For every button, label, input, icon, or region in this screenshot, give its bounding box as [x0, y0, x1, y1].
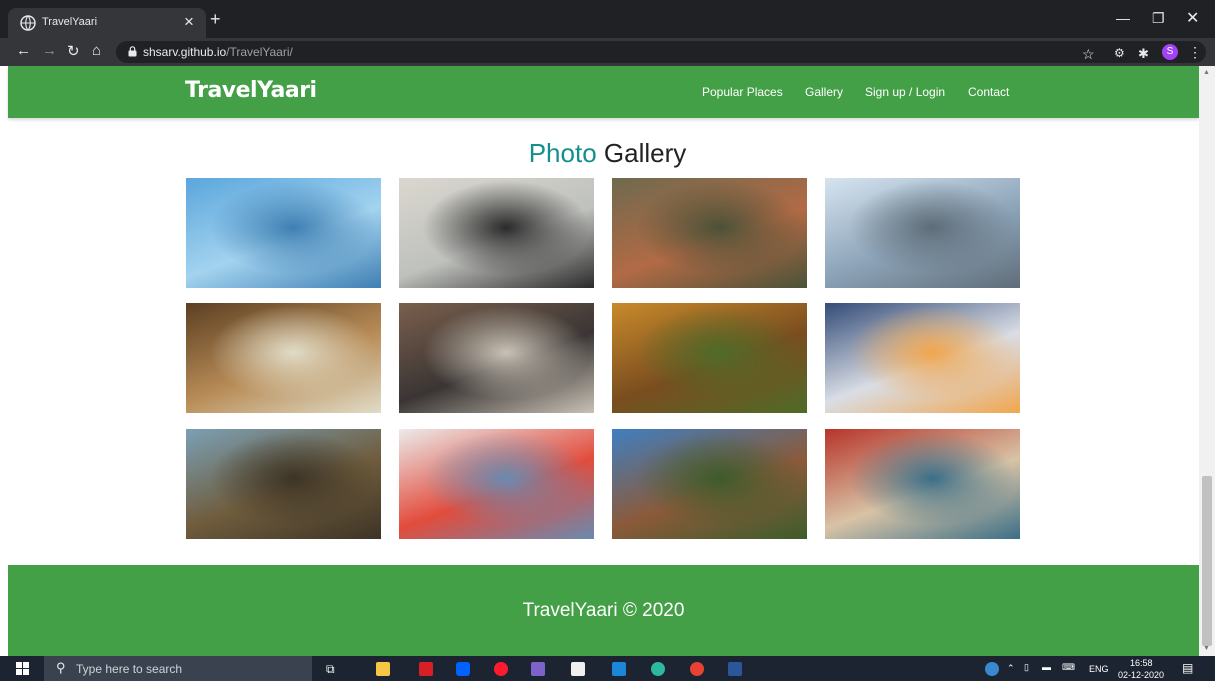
site-navbar: TravelYaari Popular Places Gallery Sign … — [8, 66, 1199, 118]
person-in-red-top-and-denim-shorts-photo[interactable] — [399, 429, 594, 539]
page-viewport: TravelYaari Popular Places Gallery Sign … — [0, 66, 1215, 656]
task-view-icon[interactable]: ⧉ — [326, 662, 335, 677]
map-compass-camera-photo[interactable] — [399, 178, 594, 288]
site-brand-logo[interactable]: TravelYaari — [185, 78, 317, 103]
windows-taskbar: ⚲ Type here to search ⧉ ⌃ ▯ ▬ ⌨ ENG 16:5… — [0, 656, 1215, 681]
chrome-icon[interactable] — [690, 662, 704, 676]
windows-start-icon[interactable] — [16, 662, 29, 675]
gallery-heading-accent: Photo — [528, 138, 597, 168]
reload-icon[interactable]: ↻ — [67, 42, 80, 60]
new-tab-icon[interactable]: + — [210, 9, 221, 30]
globe-icon — [20, 15, 36, 31]
dropbox-icon[interactable] — [456, 662, 470, 676]
clock-date[interactable]: 02-12-2020 — [1118, 670, 1164, 680]
child-at-beach-photo[interactable] — [186, 178, 381, 288]
url-path: /TravelYaari/ — [226, 45, 293, 59]
venice-canal-photo[interactable] — [825, 429, 1020, 539]
nav-link-gallery[interactable]: Gallery — [805, 85, 843, 99]
ferry-in-mist-photo[interactable] — [825, 303, 1020, 413]
taskbar-search-box[interactable]: ⚲ Type here to search — [44, 656, 312, 681]
nav-link-signup-login[interactable]: Sign up / Login — [865, 85, 945, 99]
nav-link-contact[interactable]: Contact — [968, 85, 1009, 99]
store-icon[interactable] — [571, 662, 585, 676]
close-window-icon[interactable]: ✕ — [1186, 8, 1199, 28]
scroll-up-arrow-icon[interactable]: ▲ — [1203, 69, 1210, 76]
minimize-icon[interactable]: — — [1116, 10, 1130, 26]
aerial-old-town-photo[interactable] — [612, 178, 807, 288]
keyboard-icon[interactable]: ⌨ — [1062, 662, 1075, 673]
footer-copyright: TravelYaari © 2020 — [522, 600, 685, 621]
notifications-icon[interactable]: ▤ — [1182, 661, 1193, 675]
browser-tab-strip: TravelYaari × + — ❐ ✕ — [0, 0, 1215, 38]
screen: TravelYaari × + — ❐ ✕ ← → ↻ ⌂ shsarv.git… — [0, 0, 1215, 681]
file-explorer-icon[interactable] — [376, 662, 390, 676]
site-footer: TravelYaari © 2020 — [8, 565, 1199, 656]
nav-link-popular-places[interactable]: Popular Places — [702, 85, 783, 99]
vintage-surveyors-photo[interactable] — [186, 429, 381, 539]
extension-icon[interactable]: ⚙ — [1114, 46, 1125, 60]
address-bar[interactable]: shsarv.github.io/TravelYaari/ ☆ ⚙ ✱ ⋮ — [116, 41, 1206, 63]
word-icon[interactable] — [728, 662, 742, 676]
tab-title: TravelYaari — [42, 16, 98, 28]
lock-icon — [128, 46, 137, 57]
netflix-icon[interactable] — [419, 662, 433, 676]
kebab-menu-icon[interactable]: ⋮ — [1188, 44, 1202, 61]
mail-icon[interactable] — [612, 662, 626, 676]
battery-icon[interactable]: ▯ — [1024, 662, 1029, 673]
cave-waterfall-photo[interactable] — [186, 303, 381, 413]
industrial-hangar-photo[interactable] — [399, 303, 594, 413]
edge-icon[interactable] — [651, 662, 665, 676]
clock-time[interactable]: 16:58 — [1130, 658, 1153, 668]
help-tray-icon[interactable] — [985, 662, 999, 676]
page-scrollbar[interactable]: ▲ ▼ — [1199, 66, 1215, 656]
url-host: shsarv.github.io — [143, 45, 227, 59]
stone-aqueduct-arches-photo[interactable] — [612, 429, 807, 539]
url-text: shsarv.github.io/TravelYaari/ — [143, 45, 293, 59]
woman-walking-on-reflective-beach-photo[interactable] — [825, 178, 1020, 288]
browser-toolbar: ← → ↻ ⌂ shsarv.github.io/TravelYaari/ ☆ … — [0, 38, 1215, 66]
gallery-heading: Photo Gallery — [0, 138, 1215, 169]
puzzle-extensions-icon[interactable]: ✱ — [1138, 46, 1149, 62]
forward-icon[interactable]: → — [42, 42, 57, 59]
onenote-icon[interactable] — [531, 662, 545, 676]
browser-tab[interactable]: TravelYaari × — [8, 8, 206, 38]
back-icon[interactable]: ← — [16, 42, 31, 59]
bookmark-star-icon[interactable]: ☆ — [1082, 46, 1095, 63]
taskbar-search-placeholder: Type here to search — [76, 662, 183, 676]
scroll-down-arrow-icon[interactable]: ▼ — [1203, 645, 1210, 652]
language-indicator[interactable]: ENG — [1089, 664, 1109, 674]
gallery-heading-rest: Gallery — [603, 138, 687, 168]
scrollbar-thumb[interactable] — [1202, 476, 1212, 646]
autumn-forest-path-photo[interactable] — [612, 303, 807, 413]
profile-avatar[interactable]: S — [1162, 44, 1178, 60]
restore-icon[interactable]: ❐ — [1152, 10, 1165, 27]
chevron-up-icon[interactable]: ⌃ — [1007, 663, 1015, 674]
network-icon[interactable]: ▬ — [1042, 662, 1051, 672]
opera-icon[interactable] — [494, 662, 508, 676]
home-icon[interactable]: ⌂ — [92, 42, 101, 59]
close-tab-icon[interactable]: × — [184, 12, 194, 32]
search-icon: ⚲ — [56, 660, 66, 675]
